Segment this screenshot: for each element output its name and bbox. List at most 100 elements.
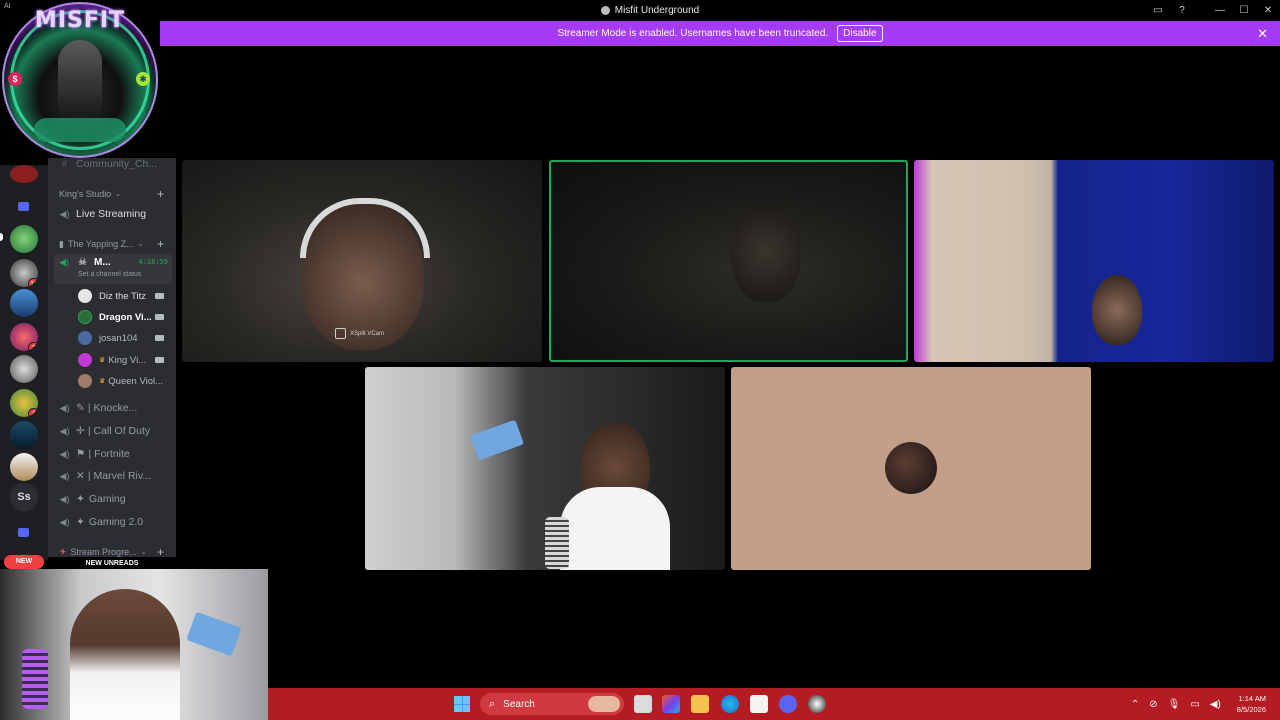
speaker-icon: ◀) [59,208,70,219]
streamer-mode-banner: Streamer Mode is enabled. Usernames have… [160,21,1280,46]
chevron-up-icon[interactable]: ⌃ [1131,699,1139,710]
logo-figure [58,40,102,114]
server-icon[interactable]: 10 [10,259,38,287]
server-icon[interactable] [10,421,38,449]
inbox-icon[interactable]: ▭ [1146,0,1170,21]
voice-channel[interactable]: ◀) ✛ | Call Of Duty [48,421,176,441]
lamp [22,649,48,709]
channel-emoji-icon: ✦ [76,516,85,528]
stream-logo-overlay: $ ✱ MISFIT AI [0,0,160,165]
chevron-down-icon: ⌄ [137,241,144,248]
leaf-icon: ✱ [136,72,150,86]
mention-badge: 10 [28,278,38,287]
help-icon[interactable]: ? [1170,0,1194,21]
display-icon[interactable]: ▭ [1190,699,1199,710]
headset [300,198,430,258]
participant-video [731,202,801,302]
voice-timer: 4:18:59 [138,258,168,266]
file-explorer-icon[interactable] [691,695,709,713]
close-window-button[interactable]: ✕ [1256,0,1280,21]
window-title: Misfit Underground [600,5,699,16]
video-tile-5-avatar[interactable] [731,367,1091,570]
xsplit-icon [335,328,346,339]
streamer-mode-message: Streamer Mode is enabled. Usernames have… [557,28,829,39]
category-kings-studio[interactable]: King's Studio ⌄ + [48,186,176,202]
maximize-button[interactable]: ☐ [1232,0,1256,21]
volume-icon[interactable]: ◀) [1210,699,1221,710]
camera-icon [155,335,164,341]
taskbar-clock[interactable]: 1:14 AM 8/5/2026 [1237,693,1266,715]
voice-user[interactable]: Dragon Vi... [48,307,176,327]
folder-icon[interactable] [18,528,29,537]
channel-item[interactable]: # Community_Ch... [48,158,176,174]
server-icon[interactable]: 1 [10,389,38,417]
copilot-icon[interactable] [662,695,680,713]
video-tile-1[interactable]: XSplit VCam [182,160,542,362]
corner-tag: AI [4,3,11,10]
minimize-button[interactable]: — [1208,0,1232,21]
server-ss[interactable]: Ss [10,483,38,511]
edge-icon[interactable] [721,695,739,713]
voice-channel[interactable]: ◀) ✦ Gaming 2.0 [48,512,176,532]
obs-icon[interactable] [808,695,826,713]
speaker-icon: ◀) [59,516,70,527]
hash-icon: # [61,159,67,169]
video-tile-2-speaking[interactable] [549,160,908,362]
network-off-icon[interactable]: ⊘ [1149,699,1157,710]
voice-channel[interactable]: ◀) ✕ | Marvel Riv... [48,466,176,486]
folder-icon[interactable] [18,202,29,211]
participant-avatar [885,442,937,494]
server-icon[interactable] [10,225,38,253]
video-tile-4[interactable] [365,367,725,570]
server-icon[interactable] [10,165,38,183]
discord-taskbar-icon[interactable] [779,695,797,713]
skull-icon: ☠ [78,257,87,268]
speaker-icon: ◀) [59,257,69,267]
avatar [78,310,92,324]
logo-text: MISFIT [34,8,126,33]
voice-user[interactable]: ♛ Queen Viol... [48,371,176,391]
channel-status-prompt[interactable]: Set a channel status [78,271,141,278]
channel-live-streaming[interactable]: ◀) Live Streaming [48,204,176,224]
new-servers-pill[interactable]: NEW [4,555,44,569]
task-view-icon[interactable] [634,695,652,713]
active-voice-channel[interactable]: ◀) ☠ M... 4:18:59 Set a channel status [54,254,172,284]
taskbar-search[interactable]: ⌕ Search [480,693,624,715]
voice-user[interactable]: Diz the Titz [48,286,176,306]
camera-icon [155,357,164,363]
system-tray: ⌃ ⊘ 🎙 ▭ ◀) 1:14 AM 8/5/2026 [1131,688,1280,720]
window-controls: ▭ ? — ☐ ✕ [1146,0,1280,21]
add-channel-icon[interactable]: + [157,237,164,251]
close-icon[interactable]: ✕ [1257,26,1268,42]
microphone-icon[interactable]: 🎙 [1168,699,1181,710]
voice-channel[interactable]: ◀) ✎ | Knocke... [48,398,176,418]
voice-channel[interactable]: ◀) ✦ Gaming [48,489,176,509]
snack-bag [186,611,242,657]
speaker-icon: ◀) [59,402,70,413]
avatar [78,374,92,388]
channel-emoji-icon: ✛ [76,425,85,437]
video-tile-3[interactable] [914,160,1274,362]
add-channel-icon[interactable]: + [157,187,164,201]
voice-channel[interactable]: ◀) ⚑ | Fortnite [48,444,176,464]
disable-streamer-mode-button[interactable]: Disable [837,25,883,42]
voice-user[interactable]: ♛ King Vi... [48,350,176,370]
server-icon[interactable] [10,355,38,383]
server-icon[interactable] [10,453,38,481]
participant-shirt [560,487,670,570]
crown-icon: ♛ [99,378,106,385]
voice-user[interactable]: josan104 [48,328,176,348]
speaker-icon: ◀) [59,448,70,459]
search-highlight-art [588,696,620,712]
speaker [545,517,569,569]
windows-start-icon[interactable] [454,696,470,712]
avatar [78,353,92,367]
server-icon[interactable] [10,289,38,317]
category-yapping-zone[interactable]: ▮ The Yapping Z... ⌄ + [48,236,176,252]
channel-emoji-icon: ✎ [76,402,85,414]
channel-list: # Community_Ch... King's Studio ⌄ + ◀) L… [48,158,176,568]
crown-icon: ♛ [99,357,106,364]
logo-base [34,118,126,142]
store-icon[interactable] [750,695,768,713]
server-icon[interactable]: 2 [10,323,38,351]
